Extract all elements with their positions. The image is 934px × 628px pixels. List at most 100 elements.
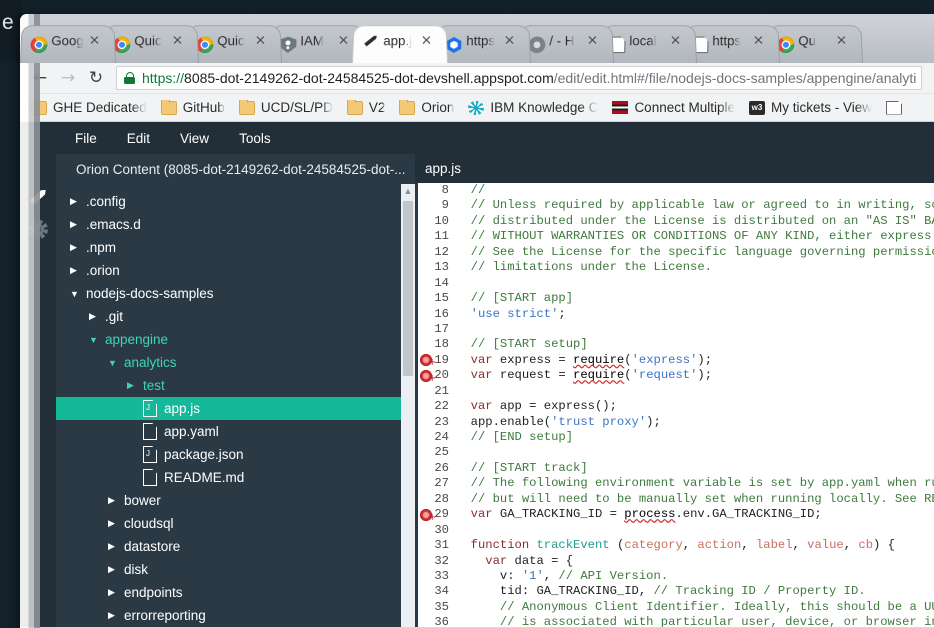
chevron-down-icon[interactable]: ▼ [108, 358, 121, 368]
chevron-right-icon[interactable]: ▶ [70, 196, 83, 207]
tree-item-errorreporting[interactable]: ▶ errorreporting [56, 604, 401, 627]
editor-tab-app-js[interactable]: app.js [425, 161, 461, 176]
tree-item-readme-md[interactable]: ▶README.md [56, 466, 401, 489]
tab-close-icon[interactable]: × [503, 33, 517, 48]
bookmark-0[interactable]: GHE Dedicated [24, 100, 154, 115]
chevron-right-icon[interactable]: ▶ [70, 242, 83, 253]
chevron-right-icon[interactable]: ▶ [70, 219, 83, 230]
browser-tab-3[interactable]: IAM × [269, 25, 365, 63]
tab-close-icon[interactable]: × [88, 33, 102, 48]
tree-item-datastore[interactable]: ▶ datastore [56, 535, 401, 558]
chevron-right-icon[interactable]: ▶ [108, 518, 121, 529]
tree-item-analytics[interactable]: ▼ analytics [56, 351, 401, 374]
line-number: 20 [418, 368, 456, 384]
code-line-text: // distributed under the License is dist… [456, 214, 934, 229]
code-view[interactable]: 8 //9 // Unless required by applicable l… [415, 183, 934, 627]
browser-tab-0[interactable]: Goog × [20, 25, 116, 63]
tab-close-icon[interactable]: × [337, 33, 351, 48]
code-line-10: 10 // distributed under the License is d… [418, 214, 934, 229]
chevron-right-icon[interactable]: ▶ [108, 564, 121, 575]
bookmark-5[interactable]: IBM Knowledge C [461, 100, 605, 115]
browser-tab-7[interactable]: local × [601, 25, 697, 63]
bookmark-4[interactable]: Orion [392, 100, 461, 115]
chevron-right-icon[interactable]: ▶ [108, 541, 121, 552]
menu-view[interactable]: View [180, 131, 209, 146]
menu-tools[interactable]: Tools [239, 131, 271, 146]
tree-item-emacs-d[interactable]: ▶ .emacs.d [56, 213, 401, 236]
chevron-right-icon[interactable]: ▶ [108, 610, 121, 621]
address-bar[interactable]: https://8085-dot-2149262-dot-24584525-do… [116, 66, 922, 90]
error-marker-icon[interactable] [420, 508, 436, 523]
tree-item-nodejs-docs-samples[interactable]: ▼ nodejs-docs-samples [56, 282, 401, 305]
tree-item-package-json[interactable]: ▶package.json [56, 443, 401, 466]
reload-button[interactable]: ↻ [82, 65, 110, 91]
bookmark-7[interactable]: w3 My tickets - View [742, 100, 879, 115]
chevron-right-icon[interactable]: ▶ [108, 495, 121, 506]
chevron-right-icon[interactable]: ▶ [70, 265, 83, 276]
forward-button[interactable]: → [54, 65, 82, 91]
code-line-17: 17 [418, 322, 934, 337]
back-button[interactable]: ← [26, 65, 54, 91]
tab-close-icon[interactable]: × [752, 33, 766, 48]
browser-tab-5[interactable]: https × [435, 25, 531, 63]
code-line-text: // [START setup] [456, 337, 934, 352]
edit-mode-button[interactable] [20, 178, 56, 212]
tree-item-endpoints[interactable]: ▶ endpoints [56, 581, 401, 604]
chevron-down-icon[interactable]: ▼ [70, 289, 83, 299]
browser-tab-9[interactable]: Qu × [767, 25, 863, 63]
chevron-right-icon[interactable]: ▶ [108, 587, 121, 598]
tree-item-npm[interactable]: ▶ .npm [56, 236, 401, 259]
tab-close-icon[interactable]: × [586, 33, 600, 48]
menu-edit[interactable]: Edit [127, 131, 150, 146]
code-line-text [456, 322, 934, 337]
pencil-icon [28, 185, 49, 206]
chevron-down-icon[interactable]: ▼ [89, 335, 102, 345]
code-token: app = express(); [492, 399, 617, 414]
code-line-text: // limitations under the License. [456, 260, 934, 275]
browser-tab-8[interactable]: https × [684, 25, 780, 63]
tree-item-cloudsql[interactable]: ▶ cloudsql [56, 512, 401, 535]
tree-item-label: endpoints [124, 585, 183, 600]
menu-file[interactable]: File [75, 131, 97, 146]
browser-tab-2[interactable]: Quic × [186, 25, 282, 63]
error-marker-icon[interactable] [420, 369, 436, 384]
tab-close-icon[interactable]: × [420, 33, 434, 48]
browser-tab-6[interactable]: / - H × [518, 25, 614, 63]
bookmark-8[interactable] [879, 100, 915, 115]
file-tree-scrollbar[interactable]: ▲ [401, 184, 415, 627]
tree-item-bower[interactable]: ▶ bower [56, 489, 401, 512]
browser-tab-1[interactable]: Quic × [103, 25, 199, 63]
chevron-right-icon[interactable]: ▶ [89, 311, 102, 322]
code-token: '1' [521, 568, 544, 583]
file-explorer-panel: Orion Content (8085-dot-2149262-dot-2458… [56, 154, 415, 627]
code-token: tid: GA_TRACKING_ID, [456, 584, 654, 599]
tree-item-appengine[interactable]: ▼ appengine [56, 328, 401, 351]
bookmark-3[interactable]: V2 [340, 100, 393, 115]
browser-tab-4[interactable]: app.j × [352, 25, 448, 63]
tab-close-icon[interactable]: × [669, 33, 683, 48]
tree-item-disk[interactable]: ▶ disk [56, 558, 401, 581]
tree-item-git[interactable]: ▶ .git [56, 305, 401, 328]
scrollbar-thumb[interactable] [403, 201, 413, 376]
tab-close-icon[interactable]: × [254, 33, 268, 48]
chevron-right-icon[interactable]: ▶ [127, 380, 140, 391]
browser-tab-title: Goog [51, 33, 84, 49]
tree-item-app-js[interactable]: ▶app.js [56, 397, 401, 420]
error-marker-icon[interactable] [420, 354, 436, 368]
tree-item-config[interactable]: ▶ .config [56, 190, 401, 213]
code-token: 'express' [631, 352, 698, 367]
tree-item-app-yaml[interactable]: ▶app.yaml [56, 420, 401, 443]
settings-button[interactable] [20, 212, 56, 246]
scroll-up-arrow[interactable]: ▲ [401, 184, 415, 199]
bookmark-6[interactable]: Connect Multiple [605, 100, 742, 115]
bookmark-1[interactable]: GitHub [154, 100, 232, 115]
bookmark-2[interactable]: UCD/SL/PD [232, 100, 340, 115]
code-token: // limitations under the License. [470, 260, 712, 275]
tab-close-icon[interactable]: × [171, 33, 185, 48]
code-line-text: tid: GA_TRACKING_ID, // Tracking ID / Pr… [456, 584, 934, 599]
tab-close-icon[interactable]: × [835, 33, 849, 48]
tree-item-test[interactable]: ▶ test [56, 374, 401, 397]
tree-item-orion[interactable]: ▶ .orion [56, 259, 401, 282]
